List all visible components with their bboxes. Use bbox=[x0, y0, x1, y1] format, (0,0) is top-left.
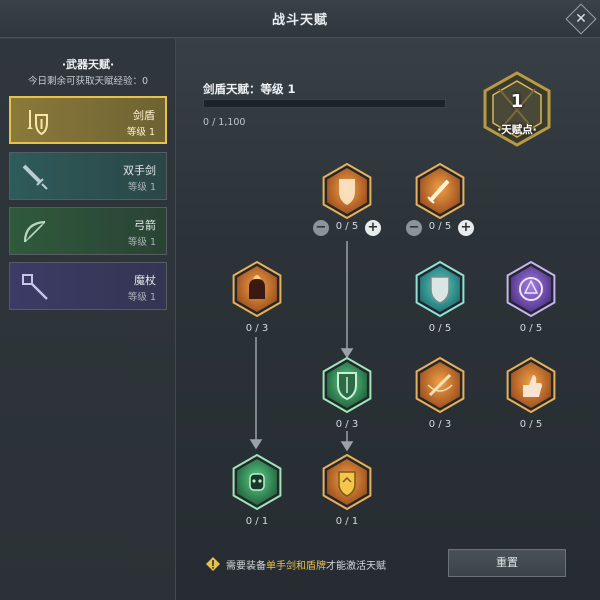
arcane-seal-icon bbox=[506, 261, 556, 317]
talent-node-golden-crest[interactable]: 0 / 1 bbox=[319, 454, 375, 527]
shield-strike-icon bbox=[322, 163, 372, 219]
talent-node-thumbs-up[interactable]: 0 / 5 bbox=[503, 357, 559, 430]
greatsword-icon bbox=[22, 164, 48, 190]
weapon-name: 双手剑 bbox=[123, 164, 156, 177]
warning-highlight: 单手剑和盾牌 bbox=[266, 561, 326, 572]
warning-prefix: 需要装备 bbox=[226, 561, 266, 572]
talent-node-iron-shield[interactable]: 0 / 5 bbox=[412, 261, 468, 334]
sidebar-title: ·武器天赋· bbox=[61, 58, 115, 71]
daily-xp-remaining: 今日剩余可获取天赋经验：0 bbox=[0, 73, 176, 87]
bow-icon bbox=[23, 220, 46, 243]
thumbs-up-icon bbox=[506, 357, 556, 413]
weapon-tab-staff[interactable]: 魔杖 等级 1 bbox=[9, 262, 167, 310]
weapon-level: 等级 1 bbox=[127, 182, 156, 193]
flaming-fist-icon bbox=[232, 261, 282, 317]
equip-requirement-text: 需要装备单手剑和盾牌才能激活天赋 bbox=[226, 557, 386, 572]
talent-node-count: 0 / 3 bbox=[335, 419, 359, 430]
weapon-name: 剑盾 bbox=[133, 109, 155, 122]
close-icon: ✕ bbox=[575, 11, 587, 27]
weapon-level: 等级 1 bbox=[127, 292, 156, 303]
weapon-name: 弓箭 bbox=[134, 219, 156, 232]
increase-point-button[interactable]: + bbox=[365, 220, 381, 236]
talent-node-count: 0 / 3 bbox=[428, 419, 452, 430]
talent-node-shield-wall[interactable]: 0 / 3 bbox=[319, 357, 375, 430]
talent-node-count: 0 / 5 bbox=[519, 419, 543, 430]
whirlwind-sword-icon bbox=[415, 357, 465, 413]
weapon-name: 魔杖 bbox=[134, 274, 156, 287]
talent-node-count: 0 / 5 bbox=[428, 323, 452, 334]
talent-node-whirl-blade[interactable]: 0 / 3 bbox=[412, 357, 468, 430]
staff-icon bbox=[22, 274, 48, 300]
weapon-tab-greatsword[interactable]: 双手剑 等级 1 bbox=[9, 152, 167, 200]
warning-suffix: 才能激活天赋 bbox=[326, 561, 386, 572]
talent-node-blade-glint[interactable]: 0 / 5− + bbox=[406, 163, 474, 236]
weapon-tab-bow[interactable]: 弓箭 等级 1 bbox=[9, 207, 167, 255]
reset-button[interactable]: 重置 bbox=[448, 549, 566, 577]
sword-shield-icon bbox=[27, 110, 48, 136]
talent-node-count: 0 / 3 bbox=[245, 323, 269, 334]
warning-icon bbox=[206, 557, 220, 571]
talent-node-count: 0 / 5 bbox=[519, 323, 543, 334]
increase-point-button[interactable]: + bbox=[458, 220, 474, 236]
weapon-level: 等级 1 bbox=[126, 127, 155, 138]
talent-node-arcane-seal[interactable]: 0 / 5 bbox=[503, 261, 559, 334]
decrease-point-button[interactable]: − bbox=[313, 220, 329, 236]
daily-xp-value: 0 bbox=[141, 76, 149, 87]
talent-tree-panel: 剑盾天赋：等级 1 0 / 1,100 1 ·天赋点· 0 / 5− +0 / 5… bbox=[177, 39, 600, 600]
talent-node-count: 0 / 1 bbox=[335, 516, 359, 527]
daily-xp-label: 今日剩余可获取天赋经验： bbox=[27, 76, 142, 87]
golden-crest-icon bbox=[322, 454, 372, 510]
weapon-level: 等级 1 bbox=[127, 237, 156, 248]
talent-node-fire-fist[interactable]: 0 / 3 bbox=[229, 261, 285, 334]
talent-node-guardian[interactable]: 0 / 1 bbox=[229, 454, 285, 527]
glinting-sword-icon bbox=[415, 163, 465, 219]
talent-node-shield-bash[interactable]: 0 / 5− + bbox=[313, 163, 381, 236]
weapon-talent-sidebar: ·武器天赋· 今日剩余可获取天赋经验：0 剑盾 等级 1 双手剑 等级 1 弓箭… bbox=[0, 39, 176, 600]
window-title: 战斗天赋 bbox=[271, 13, 328, 28]
shield-wall-icon bbox=[322, 357, 372, 413]
guardian-mask-icon bbox=[232, 454, 282, 510]
weapon-tab-sword-shield[interactable]: 剑盾 等级 1 bbox=[9, 96, 167, 144]
talent-node-count: 0 / 1 bbox=[245, 516, 269, 527]
decrease-point-button[interactable]: − bbox=[406, 220, 422, 236]
title-bar: 战斗天赋 ✕ bbox=[0, 0, 600, 38]
shield-icon bbox=[415, 261, 465, 317]
